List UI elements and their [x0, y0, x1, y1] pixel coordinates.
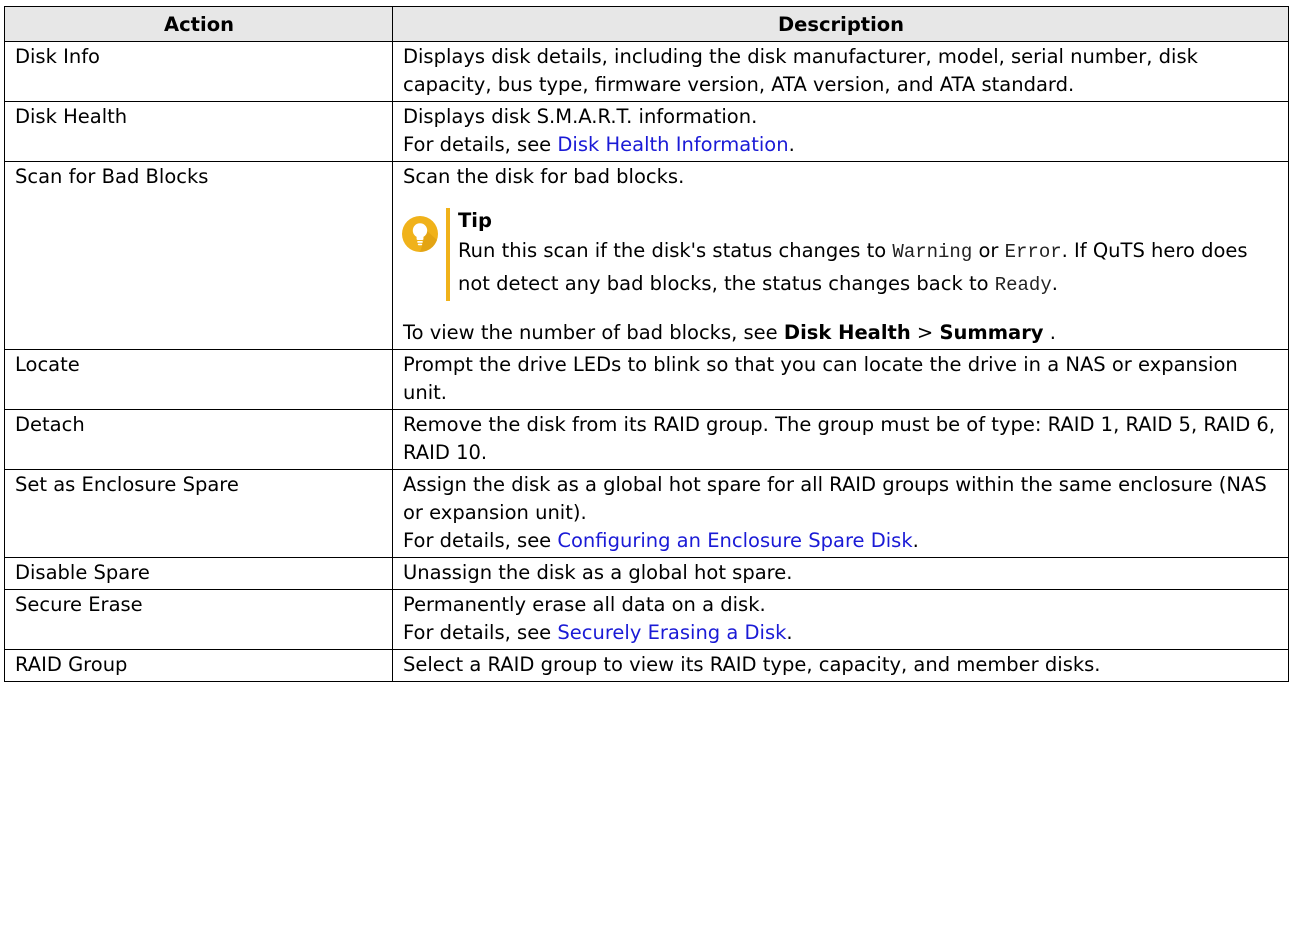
details-suffix: . — [912, 529, 919, 552]
description-text: Scan the disk for bad blocks. — [403, 165, 685, 188]
disk-health-information-link[interactable]: Disk Health Information — [557, 133, 788, 156]
action-cell: Locate — [4, 349, 393, 410]
action-cell: Disable Spare — [4, 557, 393, 590]
description-cell: Prompt the drive LEDs to blink so that y… — [392, 349, 1289, 410]
description-cell: Permanently erase all data on a disk. Fo… — [392, 589, 1289, 650]
description-cell: Assign the disk as a global hot spare fo… — [392, 469, 1289, 558]
status-ready-code: Ready — [994, 274, 1052, 296]
details-line: For details, see Securely Erasing a Disk… — [403, 619, 1279, 647]
table-row: Detach Remove the disk from its RAID gro… — [4, 409, 1289, 470]
details-prefix: For details, see — [403, 133, 558, 156]
description-text: Displays disk S.M.A.R.T. information. — [403, 105, 758, 128]
action-cell: Scan for Bad Blocks — [4, 161, 393, 350]
table-row: Scan for Bad Blocks Scan the disk for ba… — [4, 161, 1289, 350]
table-row: Set as Enclosure Spare Assign the disk a… — [4, 469, 1289, 558]
tip-callout: Tip Run this scan if the disk's status c… — [402, 208, 1279, 301]
configuring-enclosure-spare-disk-link[interactable]: Configuring an Enclosure Spare Disk — [557, 529, 912, 552]
status-warning-code: Warning — [892, 241, 973, 263]
lightbulb-icon — [402, 216, 438, 252]
description-text: Permanently erase all data on a disk. — [403, 593, 766, 616]
menu-path-separator: > — [910, 321, 940, 344]
table-row: Disk Info Displays disk details, includi… — [4, 41, 1289, 102]
tip-text: Run this scan if the disk's status chang… — [458, 235, 1279, 301]
description-cell: Scan the disk for bad blocks. Tip Run th… — [392, 161, 1289, 350]
description-cell: Select a RAID group to view its RAID typ… — [392, 649, 1289, 682]
details-line: For details, see Configuring an Enclosur… — [403, 527, 1279, 555]
tip-text-part: Run this scan if the disk's status chang… — [458, 239, 893, 262]
table-row: RAID Group Select a RAID group to view i… — [4, 649, 1289, 682]
disk-actions-table: Action Description Disk Info Displays di… — [4, 6, 1289, 682]
tip-body: Tip Run this scan if the disk's status c… — [458, 208, 1279, 301]
details-suffix: . — [786, 621, 793, 644]
action-cell: Disk Info — [4, 41, 393, 102]
details-suffix: . — [788, 133, 795, 156]
description-cell: Displays disk S.M.A.R.T. information. Fo… — [392, 101, 1289, 162]
tip-accent-bar — [446, 208, 450, 301]
header-row: Action Description — [4, 6, 1289, 42]
table-row: Secure Erase Permanently erase all data … — [4, 589, 1289, 650]
column-header-description: Description — [392, 6, 1289, 42]
table-row: Disk Health Displays disk S.M.A.R.T. inf… — [4, 101, 1289, 162]
action-cell: RAID Group — [4, 649, 393, 682]
menu-path-disk-health: Disk Health — [783, 321, 911, 344]
details-prefix: For details, see — [403, 621, 558, 644]
action-cell: Set as Enclosure Spare — [4, 469, 393, 558]
securely-erasing-disk-link[interactable]: Securely Erasing a Disk — [557, 621, 786, 644]
table-row: Disable Spare Unassign the disk as a glo… — [4, 557, 1289, 590]
description-cell: Remove the disk from its RAID group. The… — [392, 409, 1289, 470]
tip-text-part: or — [972, 239, 1005, 262]
description-text: Assign the disk as a global hot spare fo… — [403, 473, 1267, 524]
tip-title: Tip — [458, 209, 492, 232]
status-error-code: Error — [1004, 241, 1062, 263]
table-row: Locate Prompt the drive LEDs to blink so… — [4, 349, 1289, 410]
tip-text-part: . — [1051, 272, 1058, 295]
action-cell: Detach — [4, 409, 393, 470]
description-cell: Unassign the disk as a global hot spare. — [392, 557, 1289, 590]
summary-prefix: To view the number of bad blocks, see — [403, 321, 784, 344]
summary-suffix: . — [1043, 321, 1056, 344]
column-header-action: Action — [4, 6, 393, 42]
details-prefix: For details, see — [403, 529, 558, 552]
description-cell: Displays disk details, including the dis… — [392, 41, 1289, 102]
action-cell: Disk Health — [4, 101, 393, 162]
menu-path-summary: Summary — [939, 321, 1044, 344]
action-cell: Secure Erase — [4, 589, 393, 650]
bad-blocks-summary-line: To view the number of bad blocks, see Di… — [403, 319, 1279, 347]
details-line: For details, see Disk Health Information… — [403, 131, 1279, 159]
